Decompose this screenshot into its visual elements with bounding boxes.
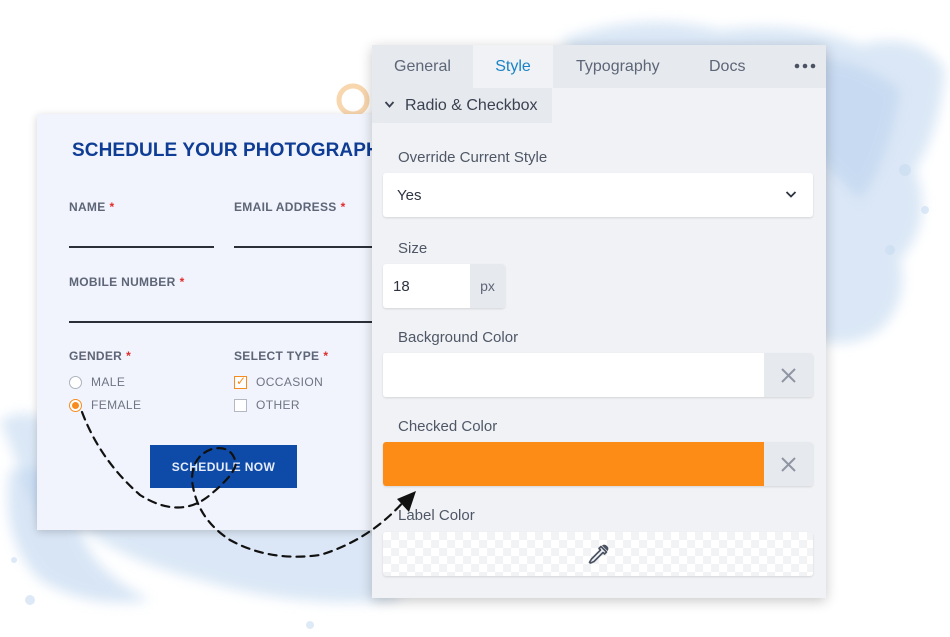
mobile-input[interactable] bbox=[69, 321, 382, 323]
schedule-now-button[interactable]: SCHEDULE NOW bbox=[150, 445, 297, 488]
style-settings-panel: General Style Typography Docs Radio & Ch… bbox=[372, 45, 826, 598]
checked-color-label: Checked Color bbox=[398, 418, 498, 435]
mobile-label: MOBILE NUMBER * bbox=[69, 275, 185, 289]
label-color-picker[interactable] bbox=[383, 532, 813, 576]
checked-color-swatch[interactable] bbox=[383, 442, 764, 486]
background-color-label: Background Color bbox=[398, 329, 519, 346]
other-checkbox[interactable] bbox=[234, 399, 247, 412]
male-radio[interactable] bbox=[69, 376, 82, 389]
checked-clear-button[interactable] bbox=[764, 442, 813, 486]
override-style-label: Override Current Style bbox=[398, 149, 548, 166]
size-input[interactable]: 18 px bbox=[383, 264, 505, 308]
background-clear-button[interactable] bbox=[764, 353, 813, 397]
tab-docs[interactable]: Docs bbox=[709, 45, 745, 88]
female-radio[interactable] bbox=[69, 399, 82, 412]
tab-style[interactable]: Style bbox=[473, 45, 553, 88]
form-title: SCHEDULE YOUR PHOTOGRAPHY bbox=[72, 140, 382, 161]
tab-bar: General Style Typography Docs bbox=[372, 45, 826, 88]
override-style-select[interactable]: Yes bbox=[383, 173, 813, 217]
select-type-label: SELECT TYPE * bbox=[234, 349, 329, 363]
gender-label: GENDER * bbox=[69, 349, 132, 363]
name-label: NAME * bbox=[69, 200, 115, 214]
photography-form-card: SCHEDULE YOUR PHOTOGRAPHY NAME * EMAIL AD… bbox=[37, 114, 382, 530]
chevron-down-icon bbox=[785, 191, 797, 198]
close-icon bbox=[781, 457, 796, 472]
checked-color-field[interactable] bbox=[383, 442, 813, 486]
female-option-label: FEMALE bbox=[91, 398, 142, 412]
more-horizontal-icon[interactable] bbox=[792, 55, 818, 77]
occasion-checkbox[interactable]: ✓ bbox=[234, 374, 247, 389]
occasion-option-label: OCCASION bbox=[256, 375, 324, 389]
section-radio-checkbox[interactable]: Radio & Checkbox bbox=[372, 88, 552, 123]
tab-typography[interactable]: Typography bbox=[576, 45, 660, 88]
other-option-label: OTHER bbox=[256, 398, 300, 412]
close-icon bbox=[781, 368, 796, 383]
section-title: Radio & Checkbox bbox=[405, 97, 538, 114]
label-color-label: Label Color bbox=[398, 507, 475, 524]
checkmark-icon: ✓ bbox=[236, 374, 247, 388]
override-style-value: Yes bbox=[397, 187, 422, 204]
background-color-field[interactable] bbox=[383, 353, 813, 397]
size-unit: px bbox=[470, 264, 505, 308]
eyedropper-icon bbox=[588, 544, 609, 564]
tab-general[interactable]: General bbox=[394, 45, 451, 88]
email-label: EMAIL ADDRESS * bbox=[234, 200, 346, 214]
email-input[interactable] bbox=[234, 246, 382, 248]
background-color-swatch[interactable] bbox=[383, 353, 764, 397]
male-option-label: MALE bbox=[91, 375, 126, 389]
size-label: Size bbox=[398, 240, 428, 257]
size-value: 18 bbox=[393, 278, 410, 295]
chevron-down-icon bbox=[384, 101, 395, 108]
decorative-ring bbox=[336, 83, 370, 117]
name-input[interactable] bbox=[69, 246, 214, 248]
